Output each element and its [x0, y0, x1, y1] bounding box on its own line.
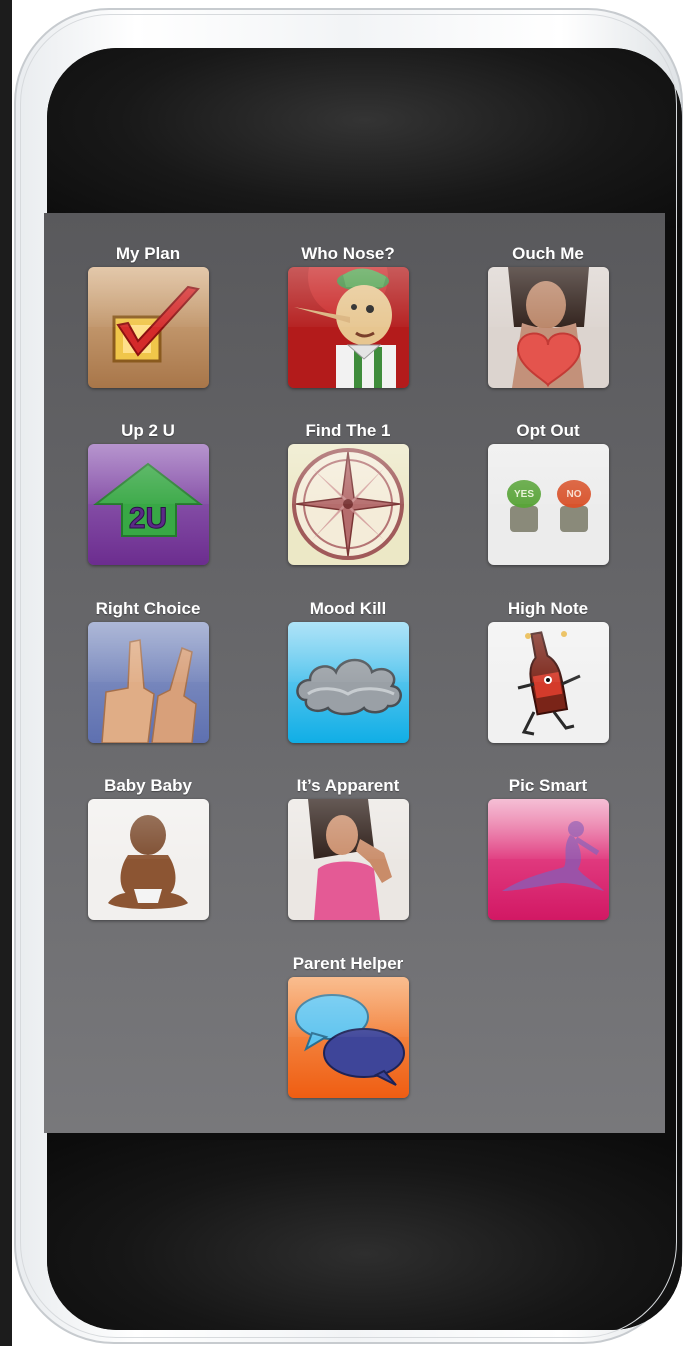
app-parent-helper[interactable]: Parent Helper	[258, 954, 438, 1098]
arrow-up-icon[interactable]: 2U	[87, 444, 209, 565]
app-label: Baby Baby	[104, 776, 192, 795]
bezel-bottom	[47, 1140, 682, 1330]
checkbox-icon[interactable]	[87, 267, 209, 388]
app-find-the-1[interactable]: Find The 1	[258, 421, 438, 565]
app-pic-smart[interactable]: Pic Smart	[458, 776, 638, 920]
yes-no-buttons-icon[interactable]: YES NO	[487, 444, 609, 565]
app-high-note[interactable]: High Note	[458, 599, 638, 743]
cloud-icon[interactable]	[287, 622, 409, 743]
pinocchio-icon[interactable]	[287, 267, 409, 388]
app-label: My Plan	[115, 244, 181, 263]
app-label: Up 2 U	[121, 421, 175, 440]
app-label: It’s Apparent	[296, 776, 400, 795]
app-my-plan[interactable]: My Plan	[58, 244, 238, 388]
svg-text:YES: YES	[513, 489, 533, 500]
compass-icon[interactable]	[287, 444, 409, 565]
svg-text:2U: 2U	[128, 502, 166, 535]
app-label: Opt Out	[516, 421, 580, 440]
bezel-top	[47, 48, 682, 228]
app-ouch-me[interactable]: Ouch Me	[458, 244, 638, 388]
app-up-2-u[interactable]: Up 2 U 2U	[58, 421, 238, 565]
speech-bubbles-icon[interactable]	[287, 977, 409, 1098]
app-label: High Note	[507, 599, 589, 618]
app-who-nose[interactable]: Who Nose?	[258, 244, 438, 388]
woman-icon[interactable]	[287, 799, 409, 920]
thumbs-up-icon[interactable]	[87, 622, 209, 743]
app-label: Right Choice	[95, 599, 201, 618]
app-right-choice[interactable]: Right Choice	[58, 599, 238, 743]
app-label: Ouch Me	[512, 244, 584, 263]
svg-text:NO: NO	[566, 489, 581, 500]
home-screen: My Plan Who Nose? Ouch Me Up 2 U 2U Find…	[44, 213, 665, 1133]
app-baby-baby[interactable]: Baby Baby	[58, 776, 238, 920]
silhouette-icon[interactable]	[487, 799, 609, 920]
bottle-icon[interactable]	[487, 622, 609, 743]
app-mood-kill[interactable]: Mood Kill	[258, 599, 438, 743]
app-label: Find The 1	[305, 421, 391, 440]
app-label: Parent Helper	[292, 954, 404, 973]
heart-icon[interactable]	[487, 267, 609, 388]
app-opt-out[interactable]: Opt Out YES NO	[458, 421, 638, 565]
left-edge-band	[0, 0, 12, 1346]
app-label: Who Nose?	[301, 244, 395, 263]
app-label: Pic Smart	[508, 776, 588, 795]
app-its-apparent[interactable]: It’s Apparent	[258, 776, 438, 920]
app-label: Mood Kill	[309, 599, 387, 618]
baby-icon[interactable]	[87, 799, 209, 920]
